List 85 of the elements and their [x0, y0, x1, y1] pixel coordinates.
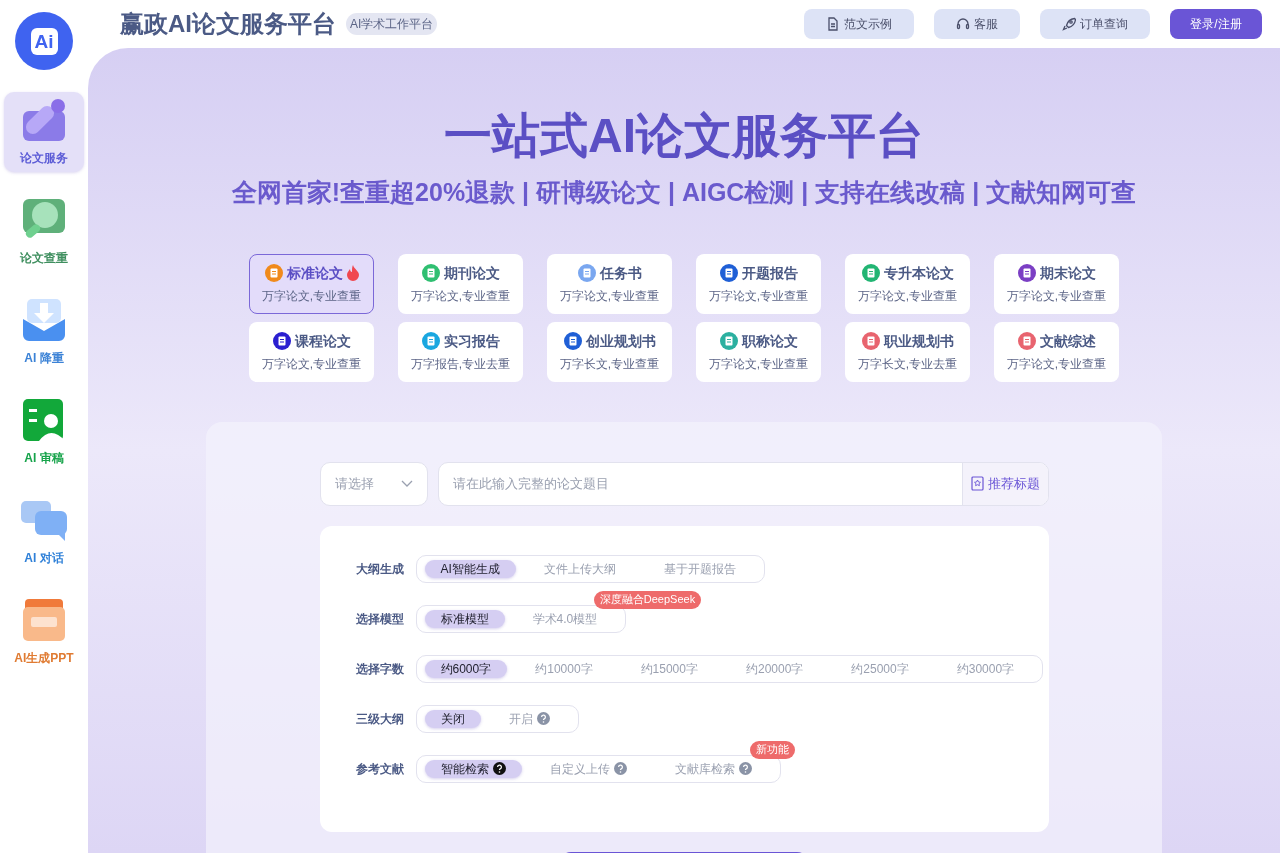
service-title: 创业规划书 — [585, 331, 656, 351]
option-label: 大纲生成 — [355, 560, 405, 578]
site-title: 赢政AI论文服务平台 — [120, 9, 336, 39]
service-description: 万字论文,专业查重 — [1006, 287, 1107, 305]
rocket-icon — [1062, 17, 1076, 31]
option-pill[interactable]: 智能检索 — [424, 759, 522, 778]
service-title: 期刊论文 — [443, 263, 500, 283]
hero-title: 一站式AI论文服务平台 — [444, 108, 924, 164]
download-icon — [21, 297, 67, 343]
option-pill[interactable]: 约6000字 — [424, 659, 508, 678]
recommend-title-button[interactable]: 推荐标题 — [961, 462, 1048, 505]
sidebar-item[interactable]: 论文查重 — [4, 192, 84, 272]
feature-badge: 深度融合DeepSeek — [593, 590, 702, 609]
option-pill[interactable]: 约10000字 — [519, 659, 609, 678]
hero-subtitle: 全网首家!查重超20%退款 | 研博级论文 | AIGC检测 | 支持在线改稿 | 文献知网可查 — [231, 177, 1137, 208]
service-title: 开题报告 — [741, 263, 798, 283]
slides-icon — [21, 597, 67, 643]
option-label: 三级大纲 — [355, 710, 405, 728]
option-pill[interactable]: AI智能生成 — [424, 559, 516, 578]
type-select[interactable]: 请选择 — [319, 461, 428, 506]
service-title: 实习报告 — [443, 331, 500, 351]
document-icon — [826, 17, 840, 31]
option-pill[interactable]: 文件上传大纲 — [527, 559, 632, 578]
headset-icon — [956, 17, 970, 31]
service-card[interactable]: 专升本论文 万字论文,专业查重 — [845, 253, 970, 314]
sidebar-item[interactable]: 论文服务 — [4, 92, 84, 172]
logo-text: Ai — [30, 27, 58, 55]
service-card[interactable]: 创业规划书 万字长文,专业查重 — [547, 321, 672, 382]
service-title: 期末论文 — [1039, 263, 1096, 283]
option-pill[interactable]: 文献库检索 — [658, 759, 768, 778]
service-title: 职称论文 — [741, 331, 798, 351]
service-title: 课程论文 — [294, 331, 351, 351]
option-label: 选择字数 — [355, 660, 405, 678]
pencil-icon — [21, 97, 67, 143]
option-pill[interactable]: 基于开题报告 — [647, 559, 752, 578]
service-title: 任务书 — [599, 263, 642, 283]
header-button[interactable]: 订单查询 — [1040, 9, 1150, 39]
sidebar-item[interactable]: AI 对话 — [4, 492, 84, 572]
service-description: 万字长文,专业去重 — [857, 355, 958, 373]
service-title: 标准论文 — [286, 263, 343, 283]
option-pill[interactable]: 自定义上传 — [533, 759, 643, 778]
service-description: 万字论文,专业查重 — [410, 287, 511, 305]
option-label: 选择模型 — [355, 610, 405, 628]
service-description: 万字报告,专业去重 — [410, 355, 511, 373]
option-pill[interactable]: 开启 — [492, 709, 566, 728]
option-pill[interactable]: 约15000字 — [624, 659, 714, 678]
option-pill[interactable]: 标准模型 — [424, 609, 505, 628]
sidebar-item[interactable]: AI 审稿 — [4, 392, 84, 472]
option-pill[interactable]: 关闭 — [424, 709, 481, 728]
service-card[interactable]: 职业规划书 万字长文,专业去重 — [845, 321, 970, 382]
service-description: 万字长文,专业查重 — [559, 355, 660, 373]
service-title: 专升本论文 — [883, 263, 954, 283]
service-description: 万字论文,专业查重 — [1006, 355, 1107, 373]
service-card[interactable]: 文献综述 万字论文,专业查重 — [994, 321, 1119, 382]
sidebar-item[interactable]: AI 降重 — [4, 292, 84, 372]
option-pill[interactable]: 学术4.0模型 — [516, 609, 614, 628]
login-button[interactable]: 登录/注册 — [1170, 9, 1262, 39]
logo[interactable]: Ai — [15, 12, 73, 70]
feature-badge: 新功能 — [749, 740, 795, 759]
service-description: 万字论文,专业查重 — [857, 287, 958, 305]
header-button[interactable]: 范文示例 — [804, 9, 914, 39]
topic-field[interactable]: 请在此输入完整的论文题目 推荐标题 — [437, 461, 1049, 506]
option-label: 参考文献 — [355, 760, 405, 778]
option-pill[interactable]: 约25000字 — [835, 659, 925, 678]
service-description: 万字论文,专业查重 — [261, 355, 362, 373]
service-card[interactable]: 开题报告 万字论文,专业查重 — [696, 253, 821, 314]
service-description: 万字论文,专业查重 — [708, 287, 809, 305]
service-card[interactable]: 期刊论文 万字论文,专业查重 — [398, 253, 523, 314]
service-card[interactable]: 课程论文 万字论文,专业查重 — [249, 321, 374, 382]
sidebar-item[interactable]: AI生成PPT — [4, 592, 84, 672]
service-card[interactable]: 标准论文 万字论文,专业查重 — [249, 253, 374, 314]
service-description: 万字论文,专业查重 — [708, 355, 809, 373]
service-description: 万字论文,专业查重 — [261, 287, 362, 305]
service-title: 文献综述 — [1039, 331, 1096, 351]
service-card[interactable]: 期末论文 万字论文,专业查重 — [994, 253, 1119, 314]
chevron-down-icon — [400, 479, 413, 488]
option-pill[interactable]: 约20000字 — [729, 659, 820, 678]
service-description: 万字论文,专业查重 — [559, 287, 660, 305]
service-title: 职业规划书 — [883, 331, 954, 351]
service-card[interactable]: 职称论文 万字论文,专业查重 — [696, 321, 821, 382]
option-pill[interactable]: 约30000字 — [940, 659, 1031, 678]
service-card[interactable]: 实习报告 万字报告,专业去重 — [398, 321, 523, 382]
platform-tag: AI学术工作平台 — [346, 13, 438, 35]
header-button[interactable]: 客服 — [934, 9, 1020, 39]
service-card[interactable]: 任务书 万字论文,专业查重 — [547, 253, 672, 314]
